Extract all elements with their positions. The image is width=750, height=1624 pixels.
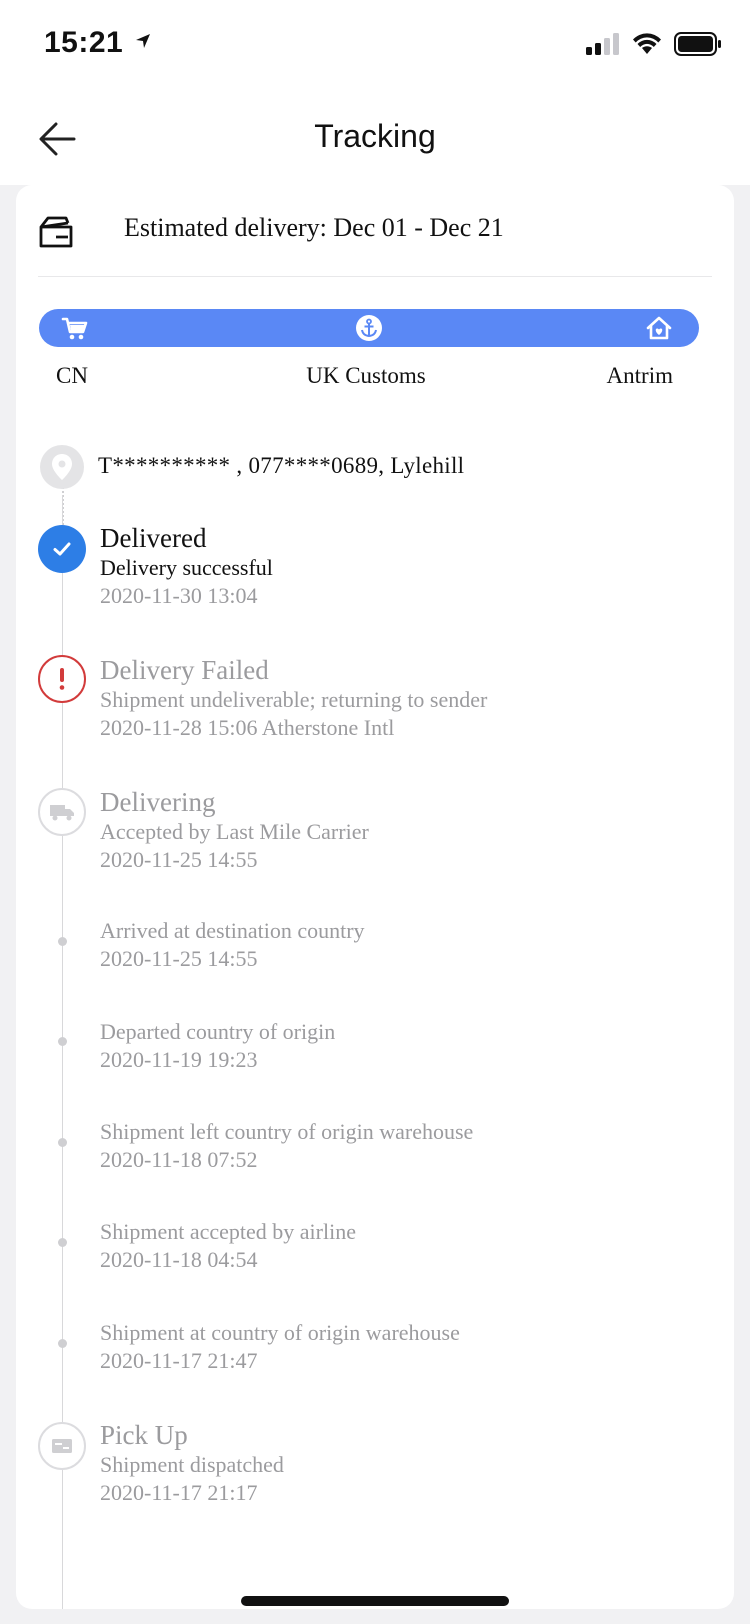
event-detail: Shipment undeliverable; returning to sen… <box>100 687 488 712</box>
route-customs: UK Customs <box>306 363 426 388</box>
status-icons <box>586 32 722 56</box>
signal-icon <box>586 33 619 55</box>
timeline-event-delivered: Delivered Delivery successful 2020-11-30… <box>100 522 273 610</box>
tracking-card: Estimated delivery: Dec 01 - Dec 21 CN U… <box>16 185 734 1609</box>
wifi-icon <box>633 33 661 54</box>
event-time: 2020-11-17 21:47 <box>100 1348 258 1373</box>
event-time: 2020-11-28 15:06 Atherstone Intl <box>100 715 395 740</box>
event-time: 2020-11-18 04:54 <box>100 1247 258 1272</box>
timeline-dot <box>58 937 67 946</box>
home-indicator[interactable] <box>241 1596 509 1606</box>
event-status: Delivery Failed <box>100 655 269 685</box>
event-time: 2020-11-18 07:52 <box>100 1147 258 1172</box>
estimated-delivery-text: Estimated delivery: Dec 01 - Dec 21 <box>124 213 504 242</box>
timeline-event-arrived: Arrived at destination country 2020-11-2… <box>100 917 365 973</box>
timeline-event-pick-up: Pick Up Shipment dispatched 2020-11-17 2… <box>100 1419 284 1507</box>
event-detail: Shipment left country of origin warehous… <box>100 1119 474 1144</box>
event-detail: Delivery successful <box>100 555 273 580</box>
truck-icon <box>38 788 86 836</box>
event-detail: Departed country of origin <box>100 1019 336 1044</box>
battery-icon <box>674 32 721 56</box>
timeline-dot <box>58 1339 67 1348</box>
event-time: 2020-11-25 14:55 <box>100 946 258 971</box>
pickup-icon <box>38 1422 86 1470</box>
timeline-event-delivery-failed: Delivery Failed Shipment undeliverable; … <box>100 654 487 742</box>
page-title: Tracking <box>314 118 436 154</box>
event-status: Delivering <box>100 787 216 817</box>
event-detail: Shipment accepted by airline <box>100 1219 356 1244</box>
event-time: 2020-11-30 13:04 <box>100 583 258 608</box>
timeline-dot <box>58 1238 67 1247</box>
event-time: 2020-11-25 14:55 <box>100 847 258 872</box>
divider <box>38 276 712 277</box>
home-icon <box>646 316 672 340</box>
shopping-cart-icon <box>61 317 88 340</box>
check-icon <box>38 525 86 573</box>
event-detail: Shipment at country of origin warehouse <box>100 1320 460 1345</box>
event-status: Pick Up <box>100 1420 188 1450</box>
alert-icon <box>38 655 86 703</box>
anchor-icon <box>356 315 382 341</box>
route-progress-bar <box>39 309 699 347</box>
timeline-event-at-warehouse: Shipment at country of origin warehouse … <box>100 1319 460 1375</box>
route-labels: CN UK Customs Antrim <box>56 363 716 395</box>
timeline-event-delivering: Delivering Accepted by Last Mile Carrier… <box>100 786 369 874</box>
event-detail: Shipment dispatched <box>100 1452 284 1477</box>
status-time: 15:21 <box>44 26 152 60</box>
timeline-dot <box>58 1037 67 1046</box>
estimated-delivery-row: Estimated delivery: Dec 01 - Dec 21 <box>16 185 734 277</box>
timeline-dot <box>58 1138 67 1147</box>
timeline-event-left-warehouse: Shipment left country of origin warehous… <box>100 1118 473 1174</box>
route-destination: Antrim <box>606 363 673 388</box>
event-detail: Arrived at destination country <box>100 918 365 943</box>
location-pin-icon <box>40 445 84 489</box>
status-time-text: 15:21 <box>44 26 124 59</box>
package-icon <box>39 216 73 248</box>
event-status: Delivered <box>100 523 207 553</box>
event-time: 2020-11-17 21:17 <box>100 1480 258 1505</box>
timeline-event-departed: Departed country of origin 2020-11-19 19… <box>100 1018 335 1074</box>
event-time: 2020-11-19 19:23 <box>100 1047 258 1072</box>
recipient-address: T********** , 077****0689, Lylehill <box>98 453 465 478</box>
event-detail: Accepted by Last Mile Carrier <box>100 819 369 844</box>
timeline-event-accepted-airline: Shipment accepted by airline 2020-11-18 … <box>100 1218 356 1274</box>
location-arrow-icon <box>136 34 151 48</box>
